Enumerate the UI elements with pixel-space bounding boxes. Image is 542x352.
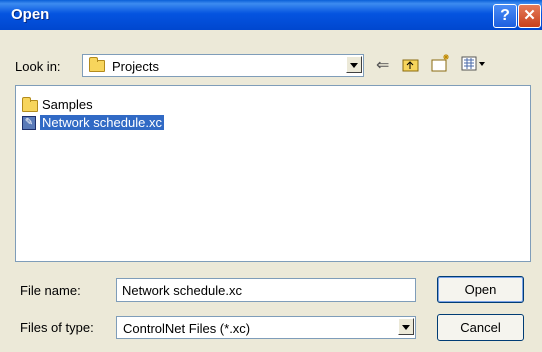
files-of-type-dropdown-button[interactable] [398,318,414,335]
view-menu-icon[interactable] [461,56,487,72]
up-folder-icon[interactable] [402,56,420,72]
files-of-type-combo[interactable]: ControlNet Files (*.xc) [116,316,416,339]
look-in-combo[interactable]: Projects [82,54,364,77]
cancel-button[interactable]: Cancel [437,314,524,341]
open-dialog: Open ? ✕ Look in: Projects ⇐ Samples ✎ N… [0,0,542,352]
title-bar[interactable]: Open ? ✕ [0,0,542,30]
dialog-title: Open [11,6,50,23]
look-in-value: Projects [112,59,159,74]
files-of-type-label: Files of type: [20,320,94,335]
files-of-type-value: ControlNet Files (*.xc) [123,321,251,336]
list-item-name: Network schedule.xc [40,115,164,130]
file-name-field[interactable] [116,278,416,302]
list-item-name: Samples [42,97,93,112]
new-folder-icon[interactable] [431,53,451,72]
look-in-dropdown-button[interactable] [346,56,362,73]
folder-icon [89,57,105,72]
file-name-label: File name: [20,283,81,298]
folder-icon [22,97,38,112]
back-arrow-icon[interactable]: ⇐ [376,55,389,75]
file-icon: ✎ [22,116,36,130]
file-list[interactable]: Samples ✎ Network schedule.xc [15,85,531,262]
help-button[interactable]: ? [493,4,517,28]
close-button[interactable]: ✕ [518,4,541,28]
file-name-input[interactable] [117,279,415,301]
open-button[interactable]: Open [437,276,524,303]
look-in-label: Look in: [15,59,61,74]
